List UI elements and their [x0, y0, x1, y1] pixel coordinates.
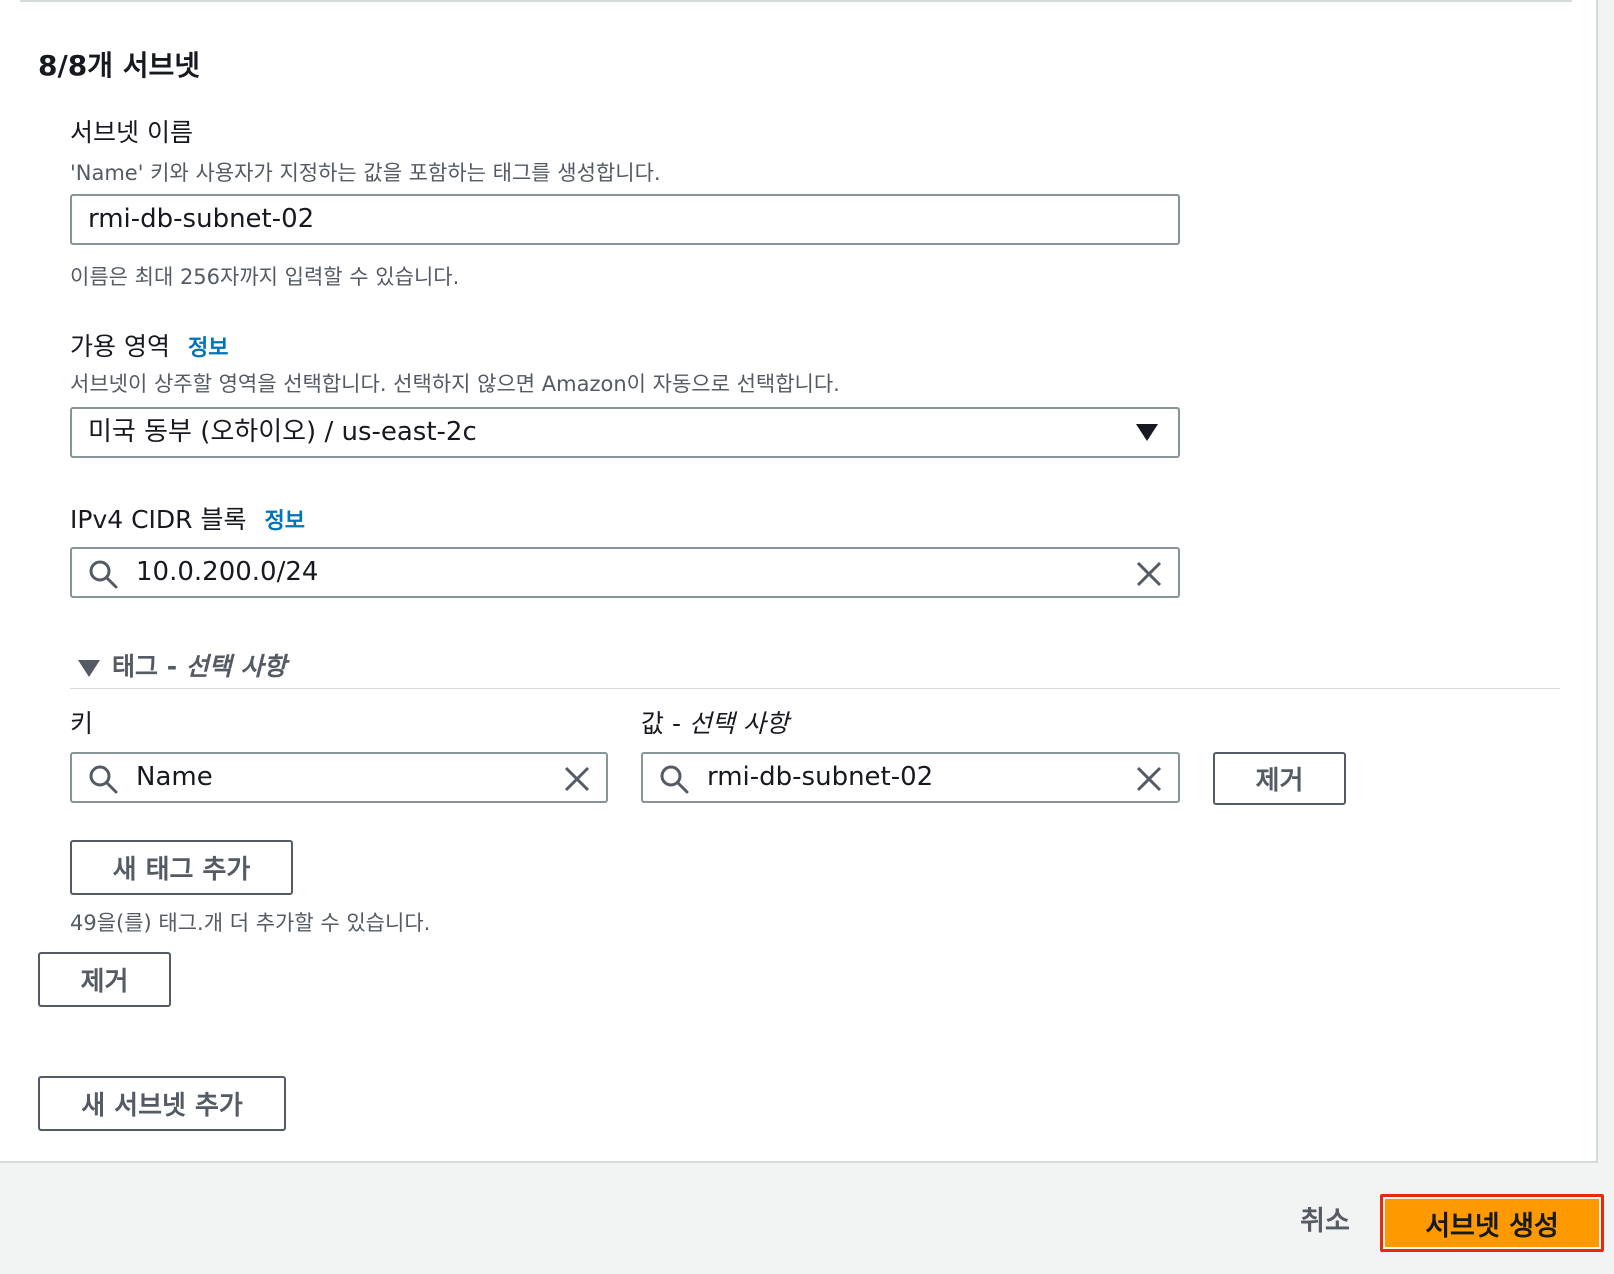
tags-remaining-text: 49을(를) 태그.개 더 추가할 수 있습니다. — [70, 911, 431, 935]
availability-zone-description: 서브넷이 상주할 영역을 선택합니다. 선택하지 않으면 Amazon이 자동으… — [70, 372, 840, 396]
tag-value-label-optional: 선택 사항 — [688, 709, 789, 738]
cidr-label: IPv4 CIDR 블록 — [70, 505, 247, 534]
create-subnet-highlight: 서브넷 생성 — [1380, 1194, 1604, 1252]
tags-divider — [70, 688, 1560, 689]
cancel-button[interactable]: 취소 — [1285, 1199, 1365, 1238]
availability-zone-label: 가용 영역 — [70, 332, 170, 361]
search-icon — [89, 765, 118, 794]
subnet-settings-panel: 8/8개 서브넷 서브넷 이름 'Name' 키와 사용자가 지정하는 값을 포… — [0, 0, 1598, 1163]
subnet-name-hint: 이름은 최대 256자까지 입력할 수 있습니다. — [70, 265, 460, 289]
tag-key-input[interactable]: Name — [70, 752, 608, 803]
tags-toggle[interactable]: 태그 - 선택 사항 — [78, 647, 287, 683]
tag-key-label: 키 — [70, 709, 94, 738]
add-subnet-button[interactable]: 새 서브넷 추가 — [38, 1076, 286, 1131]
subnet-name-description: 'Name' 키와 사용자가 지정하는 값을 포함하는 태그를 생성합니다. — [70, 161, 661, 185]
remove-subnet-button[interactable]: 제거 — [38, 952, 171, 1007]
availability-zone-info-link[interactable]: 정보 — [188, 336, 228, 361]
tag-value-label-row: 값 - 선택 사항 — [641, 704, 789, 740]
tags-header-optional: 선택 사항 — [185, 652, 287, 681]
add-tag-button[interactable]: 새 태그 추가 — [70, 840, 293, 895]
tags-header: 태그 - — [112, 652, 186, 681]
cidr-label-row: IPv4 CIDR 블록 정보 — [70, 500, 305, 536]
create-subnet-button[interactable]: 서브넷 생성 — [1385, 1199, 1599, 1247]
tag-key-value: Name — [136, 762, 213, 792]
clear-icon[interactable] — [1136, 561, 1162, 587]
tag-value-value: rmi-db-subnet-02 — [707, 762, 934, 792]
tag-value-label: 값 - — [641, 709, 689, 738]
caret-down-icon — [1136, 424, 1158, 441]
section-title: 8/8개 서브넷 — [38, 49, 200, 82]
cidr-input[interactable]: 10.0.200.0/24 — [70, 547, 1180, 598]
availability-zone-select[interactable]: 미국 동부 (오하이오) / us-east-2c — [70, 407, 1180, 458]
remove-tag-button[interactable]: 제거 — [1213, 752, 1346, 805]
availability-zone-selected: 미국 동부 (오하이오) / us-east-2c — [88, 417, 477, 447]
subnet-name-input[interactable]: rmi-db-subnet-02 — [70, 194, 1180, 245]
clear-icon[interactable] — [1136, 766, 1162, 792]
caret-down-icon — [78, 659, 100, 677]
clear-icon[interactable] — [564, 766, 590, 792]
tag-value-input[interactable]: rmi-db-subnet-02 — [641, 752, 1180, 803]
subnet-name-value: rmi-db-subnet-02 — [88, 204, 315, 234]
cidr-info-link[interactable]: 정보 — [265, 509, 305, 534]
search-icon — [89, 560, 118, 589]
availability-zone-label-row: 가용 영역 정보 — [70, 327, 228, 363]
cidr-value: 10.0.200.0/24 — [136, 557, 319, 587]
search-icon — [660, 765, 689, 794]
subnet-name-label: 서브넷 이름 — [70, 118, 193, 147]
top-divider — [20, 0, 1572, 2]
